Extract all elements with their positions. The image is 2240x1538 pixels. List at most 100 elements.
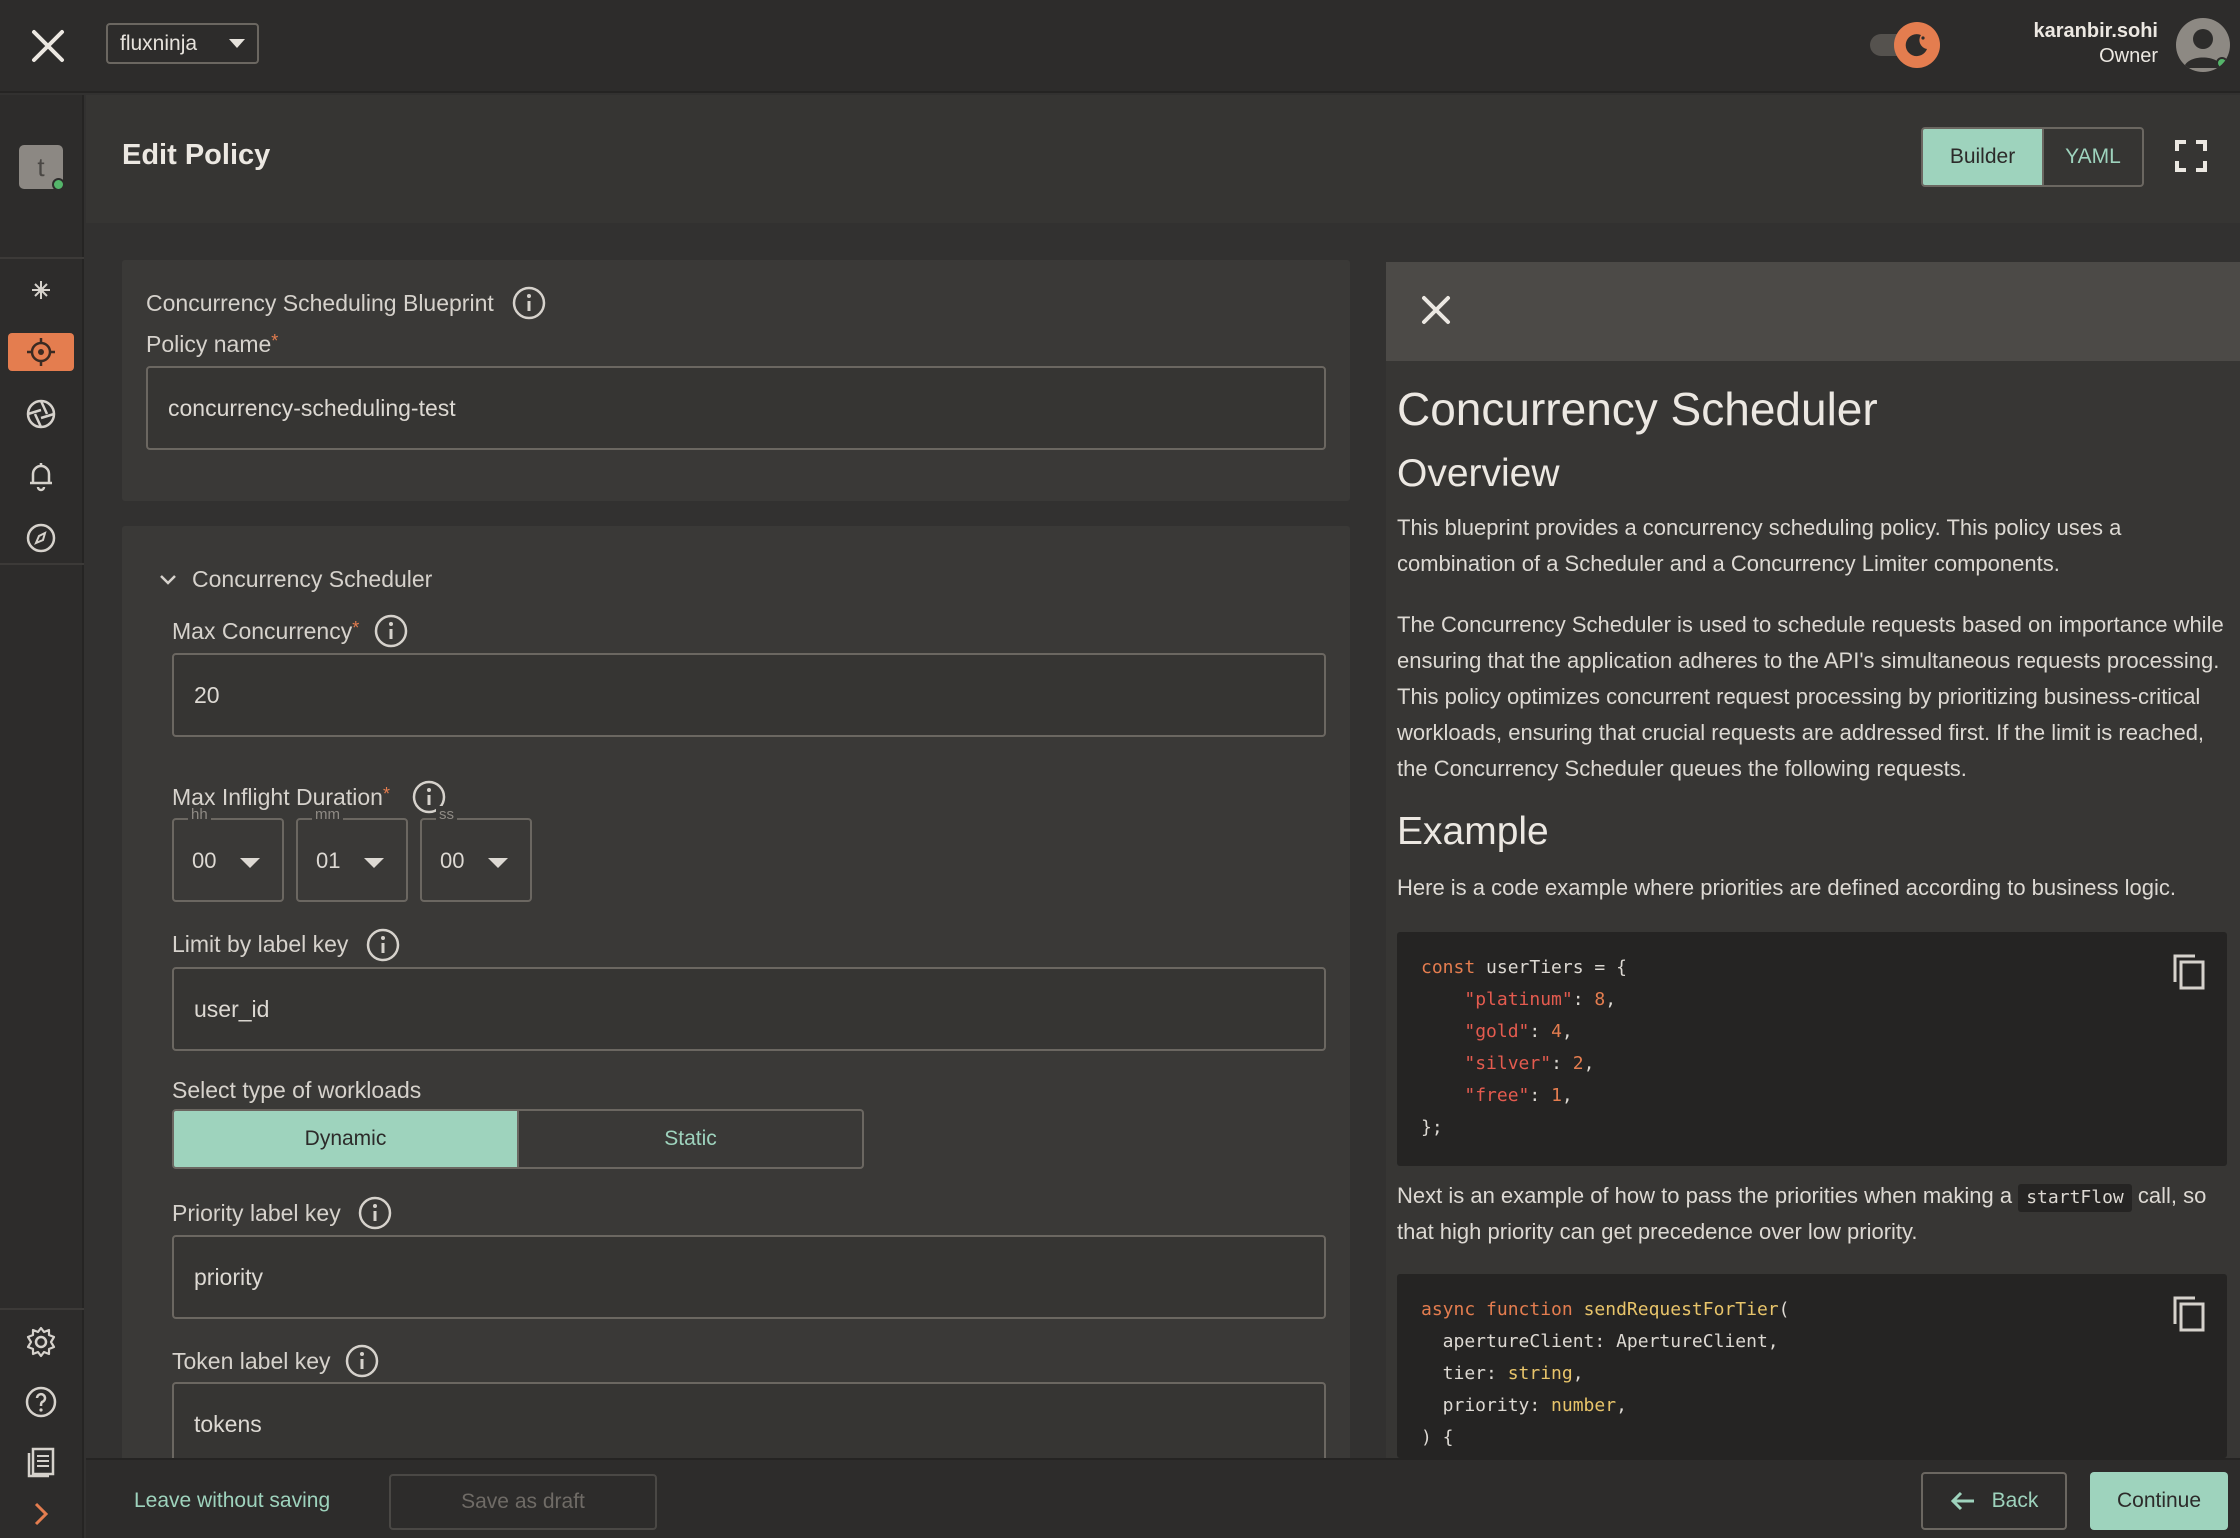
info-icon[interactable] (345, 1344, 379, 1378)
save-draft-button[interactable]: Save as draft (389, 1474, 657, 1530)
required-mark: * (352, 618, 360, 638)
close-icon[interactable] (26, 24, 70, 68)
top-bar: fluxninja karanbir.sohi Owner (0, 0, 2240, 93)
hours-label: hh (188, 806, 211, 823)
docs-example-heading: Example (1397, 810, 1549, 853)
max-concurrency-value: 20 (194, 681, 220, 708)
blueprint-panel: Concurrency Scheduling Blueprint Policy … (122, 260, 1350, 501)
rail-item-docs[interactable] (8, 1443, 74, 1481)
required-mark: * (271, 331, 279, 351)
rail-expand-button[interactable] (8, 1495, 74, 1533)
org-select[interactable]: fluxninja (106, 23, 259, 64)
avatar[interactable] (2176, 18, 2230, 72)
docs-title: Concurrency Scheduler (1397, 383, 1878, 435)
org-select-value: fluxninja (120, 31, 198, 55)
docs-panel: Concurrency Scheduler Overview This blue… (1386, 262, 2240, 1538)
max-concurrency-label: Max Concurrency* (172, 618, 359, 645)
info-icon[interactable] (358, 1196, 392, 1230)
duration-seconds-select[interactable]: ss 00 (420, 806, 532, 902)
info-icon[interactable] (512, 286, 546, 320)
online-status-dot (2216, 57, 2228, 69)
rail-item-explore[interactable] (8, 519, 74, 557)
user-role: Owner (2099, 45, 2158, 67)
blueprint-label: Concurrency Scheduling Blueprint (146, 290, 494, 316)
fullscreen-icon[interactable] (2174, 139, 2208, 173)
token-label-key-input[interactable]: tokens (172, 1382, 1326, 1466)
concurrency-scheduler-section-toggle[interactable]: Concurrency Scheduler (158, 566, 432, 593)
dropdown-caret-icon (240, 858, 260, 868)
left-rail: t (0, 95, 84, 1538)
footer-bar: Leave without saving Save as draft Back … (86, 1458, 2240, 1538)
workload-type-label: Select type of workloads (172, 1077, 422, 1103)
page-title: Edit Policy (122, 139, 271, 171)
aperture-icon (26, 399, 56, 429)
policy-name-input[interactable]: concurrency-scheduling-test (146, 366, 1326, 450)
workspace-status-dot (52, 178, 65, 191)
max-concurrency-input[interactable]: 20 (172, 653, 1326, 737)
chevron-down-icon (160, 574, 176, 585)
help-icon (25, 1386, 57, 1418)
user-name: karanbir.sohi (2033, 20, 2159, 42)
info-icon[interactable] (374, 614, 408, 648)
mode-builder-button[interactable]: Builder (1923, 129, 2042, 185)
minutes-value: 01 (316, 848, 341, 873)
duration-minutes-select[interactable]: mm 01 (296, 806, 408, 902)
chevron-right-icon (34, 1502, 49, 1526)
workspace-badge[interactable]: t (19, 145, 65, 191)
dropdown-caret-icon (229, 39, 245, 48)
dropdown-caret-icon (488, 858, 508, 868)
workload-static-button[interactable]: Static (517, 1111, 862, 1167)
duration-hours-select[interactable]: hh 00 (172, 806, 284, 902)
docs-icon (27, 1447, 55, 1478)
rail-item-alerts[interactable] (8, 457, 74, 495)
mode-yaml-button[interactable]: YAML (2042, 129, 2142, 185)
code-block-send-request: async function sendRequestForTier( apert… (1397, 1274, 2227, 1458)
theme-toggle[interactable] (1870, 22, 1944, 68)
back-button-label: Back (1991, 1489, 2039, 1512)
workload-dynamic-button[interactable]: Dynamic (174, 1111, 517, 1167)
copy-icon[interactable] (2171, 952, 2207, 992)
max-concurrency-label-text: Max Concurrency (172, 618, 353, 644)
copy-icon[interactable] (2171, 1294, 2207, 1334)
code-block-user-tiers: const userTiers = { "platinum": 8, "gold… (1397, 932, 2227, 1166)
arrow-left-icon (1950, 1491, 1974, 1511)
policy-name-value: concurrency-scheduling-test (168, 394, 456, 421)
docs-panel-header (1386, 262, 2240, 361)
rail-item-overview[interactable] (8, 271, 74, 309)
docs-example-intro: Here is a code example where priorities … (1397, 875, 2176, 900)
bell-icon (30, 463, 52, 492)
editor-mode-toggle: Builder YAML (1921, 127, 2144, 187)
page-header: Edit Policy Builder YAML (86, 95, 2240, 223)
user-info[interactable]: karanbir.sohi Owner (2034, 20, 2159, 68)
priority-label-key-value: priority (194, 1263, 264, 1290)
info-icon[interactable] (366, 928, 400, 962)
sparkle-icon (32, 281, 50, 299)
continue-button[interactable]: Continue (2090, 1472, 2228, 1530)
policy-name-label-text: Policy name (146, 331, 272, 357)
seconds-value: 00 (440, 848, 465, 873)
policy-icon (27, 338, 55, 366)
docs-next-intro-before: Next is an example of how to pass the pr… (1397, 1183, 2013, 1208)
limit-label-key-value: user_id (194, 995, 270, 1022)
docs-overview-heading: Overview (1397, 452, 1560, 495)
dropdown-caret-icon (364, 858, 384, 868)
priority-label-key-label: Priority label key (172, 1200, 341, 1226)
priority-label-key-input[interactable]: priority (172, 1235, 1326, 1319)
rail-item-flows[interactable] (8, 395, 74, 433)
scheduler-panel: Concurrency Scheduler Max Concurrency* 2… (122, 526, 1350, 1538)
inline-code-startflow: startFlow (2018, 1184, 2132, 1212)
rail-item-help[interactable] (8, 1383, 74, 1421)
close-icon[interactable] (1416, 290, 1456, 330)
rail-item-policies[interactable] (8, 333, 74, 371)
rail-item-settings[interactable] (8, 1323, 74, 1361)
leave-without-saving-link[interactable]: Leave without saving (134, 1489, 330, 1513)
limit-label-key-input[interactable]: user_id (172, 967, 1326, 1051)
required-mark: * (382, 784, 390, 804)
seconds-label: ss (436, 806, 457, 823)
back-button[interactable]: Back (1921, 1472, 2067, 1530)
theme-toggle-icon (1894, 22, 1940, 68)
rail-divider (0, 563, 84, 565)
settings-icon (26, 1326, 56, 1358)
hours-value: 00 (192, 848, 217, 873)
compass-icon (26, 523, 56, 553)
